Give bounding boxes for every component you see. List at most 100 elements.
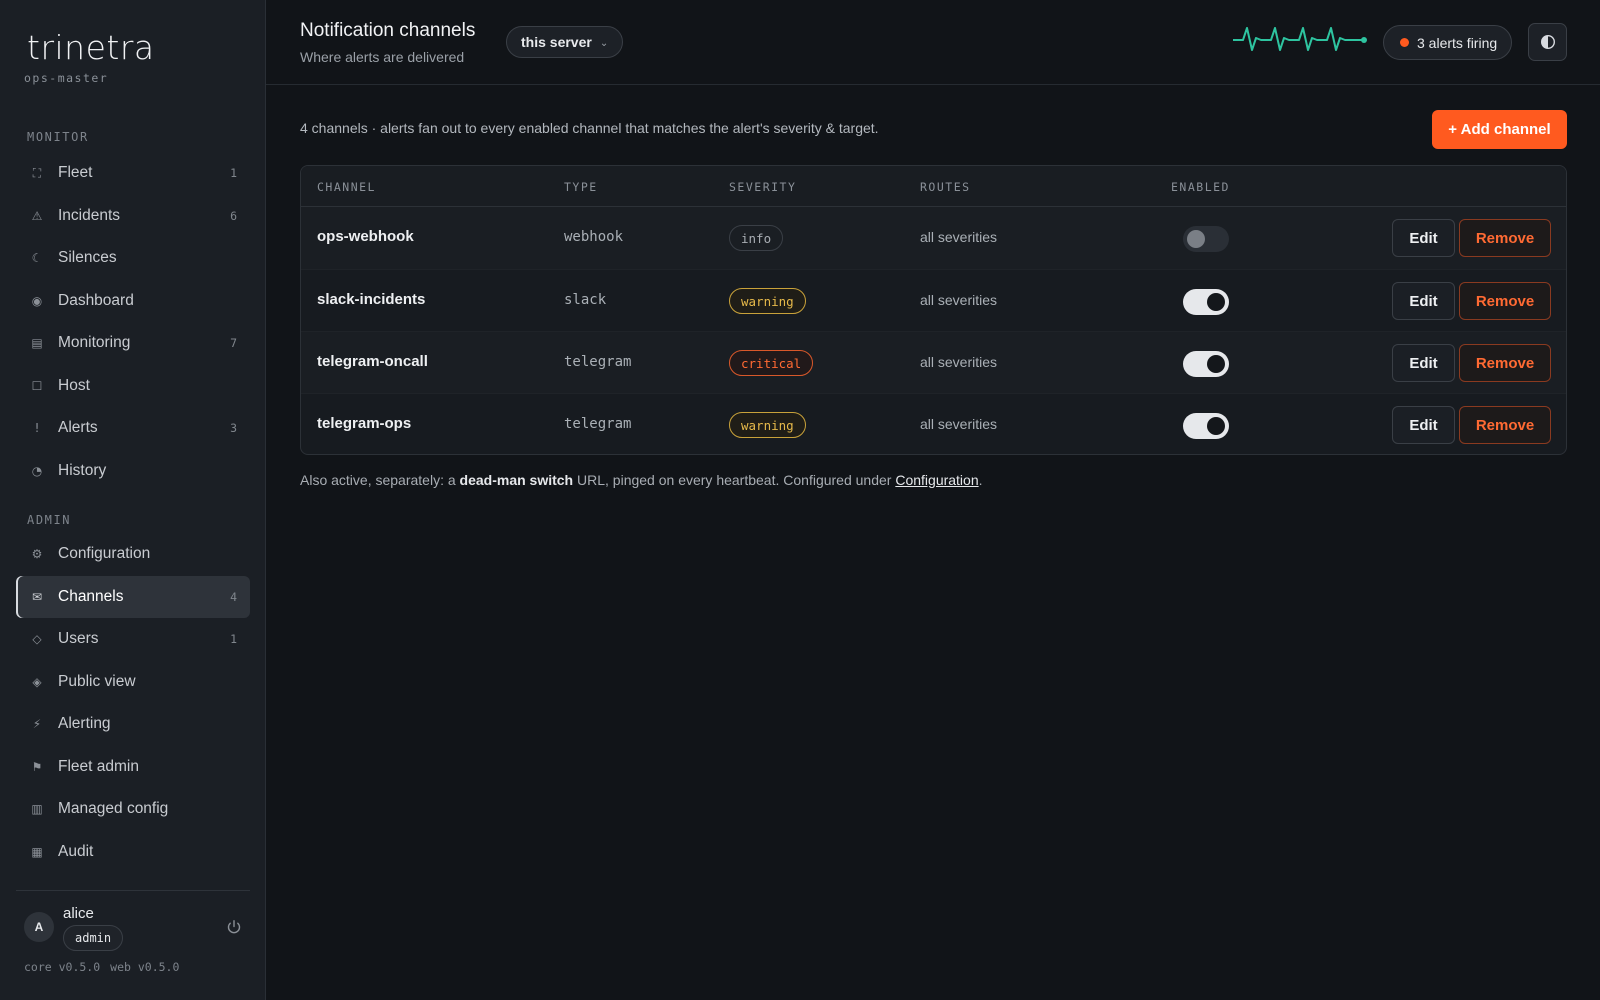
gear-icon: ⚙ [31,547,43,561]
host-icon: ☐ [31,378,43,393]
channels-summary: 4 channels · alerts fan out to every ena… [300,120,879,136]
role-badge: admin [63,925,124,951]
channel-name: telegram-ops [317,415,412,432]
sidebar-item-audit[interactable]: ▦ Audit [16,831,250,873]
channel-routes: all severities [920,292,998,308]
envelope-icon: ✉ [31,589,43,604]
sidebar-item-count: 1 [230,632,237,646]
sidebar-item-label: Fleet admin [58,757,139,775]
brand-subtitle: ops-master [24,71,109,85]
sidebar-item-label: Incidents [58,206,121,224]
brand: trinetra ops-master [24,28,155,85]
sidebar-item-channels[interactable]: ✉ Channels 4 [16,575,250,618]
sidebar-item-dashboard[interactable]: ◉ Dashboard [16,280,250,322]
history-icon: ◔ [31,463,43,478]
sidebar-item-label: History [58,461,107,479]
severity-badge: warning [729,288,806,314]
sidebar-item-host[interactable]: ☐ Host [16,365,250,407]
public-view-icon: ◈ [32,674,42,689]
heartbeat-pulse-icon [1233,27,1367,51]
scope-select[interactable]: this server ⌄ [506,26,624,58]
user-block: A alice admin [24,905,250,951]
remove-button[interactable]: Remove [1459,406,1551,444]
web-version: web v0.5.0 [110,960,180,974]
scope-select-value: this server [521,34,592,50]
sidebar-item-alerting[interactable]: ⚡ Alerting [16,703,250,745]
sidebar-item-count: 1 [230,166,237,180]
sidebar-item-fleet[interactable]: ⛶ Fleet 1 [16,152,250,194]
page-subtitle: Where alerts are delivered [300,49,465,65]
channel-routes: all severities [920,229,998,245]
lightning-icon: ⚡ [32,717,42,731]
column-header-channel: CHANNEL [317,180,376,194]
table-row: telegram-ops telegram warning all severitie… [301,393,1566,454]
channel-name: telegram-oncall [317,353,428,370]
channels-table: CHANNEL TYPE SEVERITY ROUTES ENABLED ops… [300,165,1567,455]
avatar[interactable]: A [24,912,54,942]
table-row: slack-incidents slack warning all severitie… [301,269,1566,331]
remove-button[interactable]: Remove [1459,282,1551,320]
remove-button[interactable]: Remove [1459,219,1551,257]
users-icon: ◇ [32,632,42,646]
sidebar-item-label: Public view [58,672,136,690]
channel-name: ops-webhook [317,228,414,245]
sidebar-item-monitoring[interactable]: ▤ Monitoring 7 [16,322,250,364]
sidebar-item-label: Audit [58,842,94,860]
version-info: core v0.5.0 web v0.5.0 [24,960,179,974]
theme-toggle-button[interactable] [1528,23,1567,61]
sidebar-item-history[interactable]: ◔ History [16,450,250,492]
sidebar-item-label: Alerts [58,419,98,436]
column-header-routes: ROUTES [920,180,971,194]
column-header-enabled: ENABLED [1171,180,1230,194]
dashboard-icon: ◉ [31,293,43,308]
channel-type: webhook [564,229,624,245]
sidebar-item-fleet-admin[interactable]: ⚑ Fleet admin [16,746,250,788]
column-header-type: TYPE [564,180,598,194]
channel-routes: all severities [920,416,998,432]
alerts-firing-badge[interactable]: 3 alerts firing [1383,25,1513,60]
audit-icon: ▦ [31,844,43,859]
section-label-admin: ADMIN [27,513,72,527]
note-prefix: Also active, separately: a [300,472,460,488]
sidebar-item-incidents[interactable]: ⚠ Incidents 6 [16,195,250,237]
sidebar-item-public-view[interactable]: ◈ Public view [16,661,250,703]
remove-button[interactable]: Remove [1459,344,1551,382]
sidebar-item-managed-config[interactable]: ▥ Managed config [16,788,250,830]
configuration-link[interactable]: Configuration [895,472,978,488]
flag-icon: ⚑ [31,759,43,774]
alert-icon: ! [34,421,40,435]
sidebar-item-label: Configuration [58,545,151,562]
edit-button[interactable]: Edit [1392,344,1455,382]
sidebar-item-configuration[interactable]: ⚙ Configuration [16,533,250,575]
sidebar-item-users[interactable]: ◇ Users 1 [16,618,250,660]
edit-button[interactable]: Edit [1392,406,1455,444]
logout-icon[interactable] [226,919,242,935]
sidebar-item-label: Dashboard [58,291,134,309]
chevron-down-icon: ⌄ [599,37,609,49]
channel-routes: all severities [920,354,998,370]
enabled-toggle[interactable] [1183,351,1229,377]
sidebar-item-count: 7 [230,336,237,350]
brand-logo[interactable]: trinetra [27,28,155,67]
severity-badge: warning [729,412,806,438]
edit-button[interactable]: Edit [1392,282,1455,320]
sidebar-item-alerts[interactable]: ! Alerts 3 [16,407,250,449]
enabled-toggle[interactable] [1183,413,1229,439]
sidebar-item-count: 3 [230,421,237,435]
toggle-knob [1207,355,1225,373]
enabled-toggle[interactable] [1183,289,1229,315]
severity-badge: info [729,225,784,251]
table-body: ops-webhook webhook info all severities Edit… [301,207,1566,454]
managed-config-icon: ▥ [31,802,43,816]
note-middle: URL, pinged on every heartbeat. Configur… [573,472,896,488]
channel-name: slack-incidents [317,291,426,308]
edit-button[interactable]: Edit [1392,219,1455,257]
toggle-knob [1187,230,1205,248]
add-channel-button[interactable]: + Add channel [1432,110,1567,149]
sidebar-item-label: Alerting [58,715,111,732]
sidebar-item-label: Managed config [58,800,169,817]
sidebar-item-label: Fleet [58,164,93,181]
enabled-toggle[interactable] [1183,226,1229,252]
sidebar-item-silences[interactable]: ☾ Silences [16,237,250,279]
table-row: telegram-oncall telegram critical all sever… [301,331,1566,393]
